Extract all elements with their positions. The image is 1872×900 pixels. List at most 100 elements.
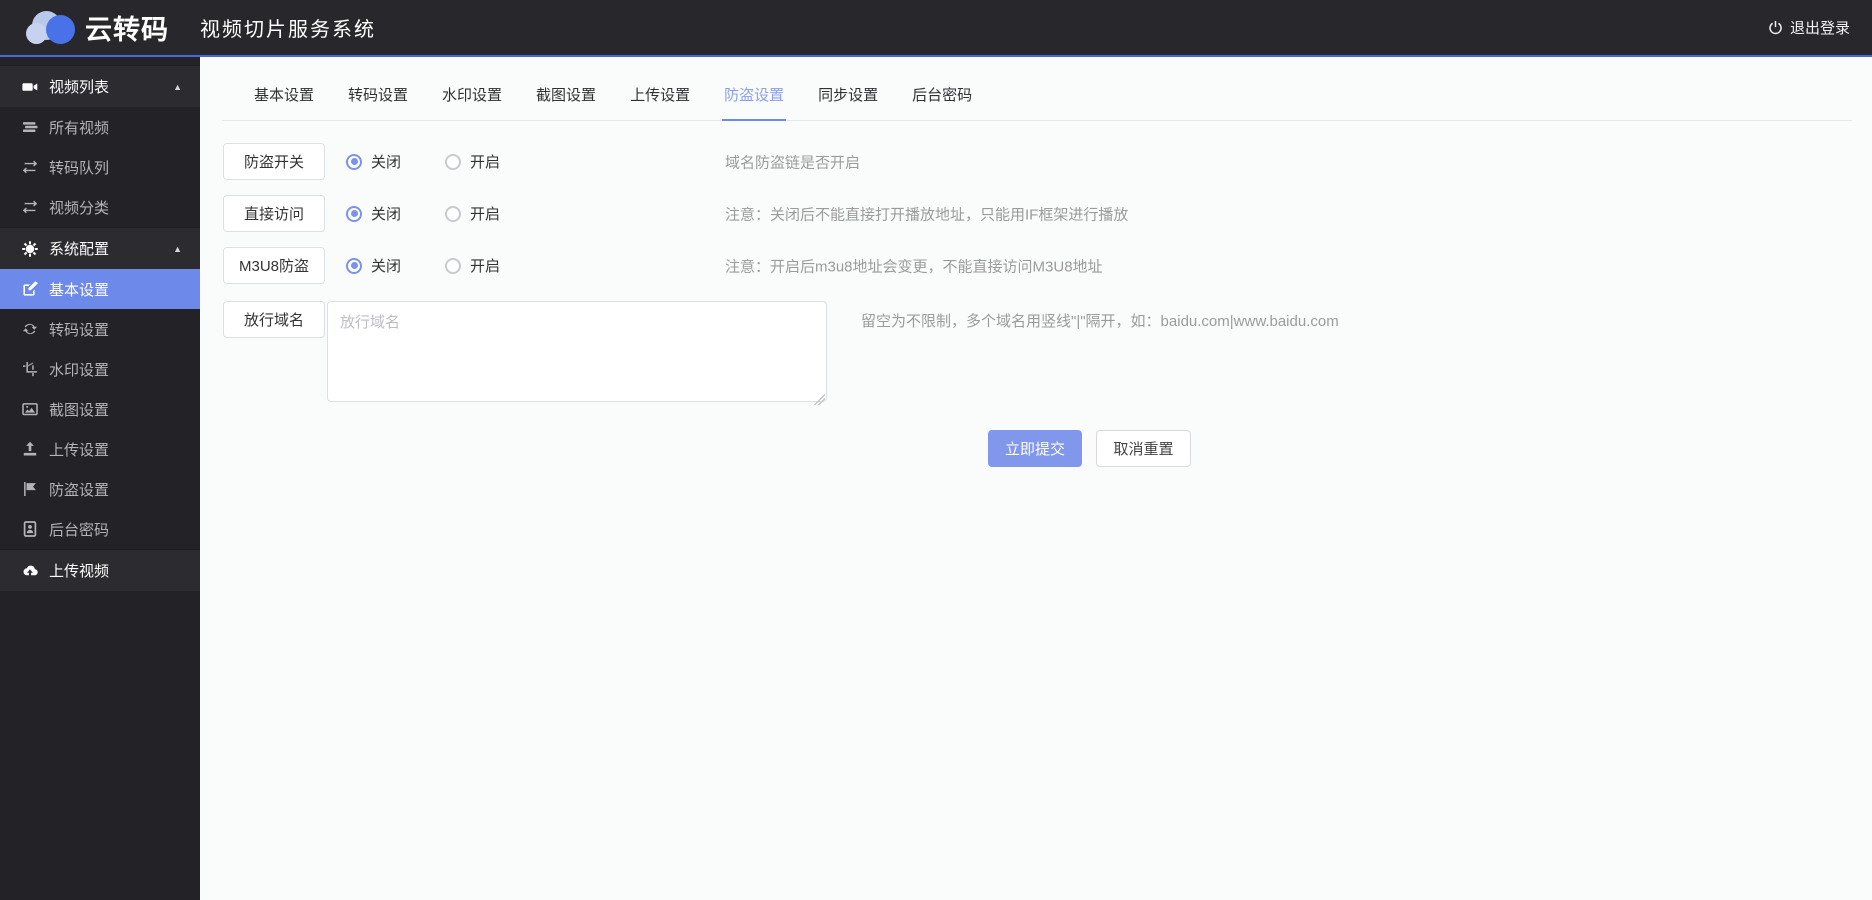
sidebar-item-label: 所有视频 — [49, 119, 110, 137]
brand-name: 云转码 — [85, 15, 169, 45]
radio-option[interactable]: 开启 — [445, 255, 500, 276]
sidebar-item-label: 转码设置 — [49, 321, 110, 339]
radio-option[interactable]: 关闭 — [346, 151, 401, 172]
cloud-upload-icon — [21, 562, 38, 579]
radio-option-label: 关闭 — [371, 206, 402, 223]
tab-item[interactable]: 同步设置 — [818, 84, 878, 120]
sidebar-item-label: 系统配置 — [49, 241, 110, 258]
form-radio-row: M3U8防盗 关闭 开启 注意：开启后m3u8地址会变更，不能直接访问M3U8地址 — [223, 247, 1872, 284]
edit-icon — [21, 281, 38, 298]
allowed-domains-input[interactable] — [327, 301, 827, 402]
video-camera-icon — [21, 78, 38, 95]
brand-logo: 云转码 — [0, 8, 200, 47]
sidebar-item-label: 上传视频 — [49, 563, 110, 580]
main-content: 基本设置 转码设置 水印设置 截图设置 上传设置 防盗设置 同步设置 后台密码 防盗开关 关闭开… — [200, 57, 1872, 900]
radio-option[interactable]: 开启 — [445, 203, 500, 224]
sidebar-item[interactable]: 后台密码 — [0, 509, 200, 549]
allowed-domains-hint: 留空为不限制，多个域名用竖线"|"隔开，如：baidu.com|www.baid… — [861, 313, 1339, 330]
sidebar-item-label: 视频列表 — [49, 79, 110, 96]
radio-option-label: 开启 — [470, 154, 501, 171]
exchange-icon — [21, 159, 38, 176]
anti-theft-form: 防盗开关 关闭 开启 域名防盗链是否开启 直接访问 关闭 开启 注意：关闭后不能直接打开播放地… — [200, 121, 1872, 467]
tab-item[interactable]: 截图设置 — [536, 84, 596, 120]
tab-item[interactable]: 基本设置 — [254, 84, 314, 120]
radio-circle-icon — [445, 257, 462, 274]
image-icon — [21, 401, 38, 418]
radio-rows: 防盗开关 关闭 开启 域名防盗链是否开启 直接访问 关闭 开启 注意：关闭后不能直接打开播放地… — [223, 143, 1872, 284]
reset-button[interactable]: 取消重置 — [1096, 430, 1191, 467]
sidebar-item[interactable]: 转码设置 — [0, 309, 200, 349]
sidebar-item[interactable]: 上传设置 — [0, 429, 200, 469]
power-icon — [1769, 20, 1782, 35]
sidebar-item-label: 防盗设置 — [49, 481, 110, 499]
sync-icon — [21, 321, 38, 338]
logout-label: 退出登录 — [1789, 20, 1850, 37]
allowed-domains-row: 放行域名 留空为不限制，多个域名用竖线"|"隔开，如：baidu.com|www… — [223, 301, 1872, 407]
id-card-icon — [21, 521, 38, 538]
sidebar-item[interactable]: 防盗设置 — [0, 469, 200, 509]
radio-circle-icon — [445, 153, 462, 170]
sidebar-item-label: 截图设置 — [49, 401, 110, 419]
radio-circle-icon — [346, 153, 362, 170]
form-radio-row: 防盗开关 关闭 开启 域名防盗链是否开启 — [223, 143, 1872, 180]
radio-option-label: 关闭 — [371, 154, 402, 171]
sidebar-item-label: 视频分类 — [49, 199, 110, 217]
submit-button[interactable]: 立即提交 — [988, 430, 1082, 467]
radio-circle-icon — [445, 205, 462, 222]
chevron-up-icon: ▲ — [173, 243, 182, 254]
sidebar: 视频列表 ▲ 所有视频转码队列视频分类系统配置 ▲ 基本设置转码设置水印设置截图设置上传… — [0, 57, 200, 900]
form-row-label: 直接访问 — [223, 195, 325, 232]
exchange-icon — [21, 199, 38, 216]
radio-option[interactable]: 开启 — [445, 151, 500, 172]
settings-tabs: 基本设置 转码设置 水印设置 截图设置 上传设置 防盗设置 同步设置 后台密码 — [222, 57, 1852, 121]
radio-group: 关闭 开启 — [346, 203, 500, 224]
tab-item[interactable]: 防盗设置 — [722, 84, 787, 121]
sidebar-item[interactable]: 截图设置 — [0, 389, 200, 429]
tab-item[interactable]: 上传设置 — [630, 84, 690, 120]
tab-item[interactable]: 转码设置 — [348, 84, 408, 120]
allowed-domains-label: 放行域名 — [223, 301, 325, 338]
radio-option[interactable]: 关闭 — [346, 203, 401, 224]
radio-option-label: 关闭 — [371, 258, 402, 275]
sidebar-item-label: 基本设置 — [49, 281, 110, 299]
sidebar-item[interactable]: 视频分类 — [0, 187, 200, 227]
cloud-logo-icon — [26, 10, 76, 45]
radio-option[interactable]: 关闭 — [346, 255, 401, 276]
sidebar-item[interactable]: 水印设置 — [0, 349, 200, 389]
radio-group: 关闭 开启 — [346, 255, 500, 276]
sidebar-item-label: 转码队列 — [49, 159, 110, 177]
list-icon — [21, 119, 38, 136]
sidebar-item[interactable]: 所有视频 — [0, 107, 200, 147]
app-header: 云转码 视频切片服务系统 退出登录 — [0, 0, 1872, 57]
radio-group: 关闭 开启 — [346, 151, 500, 172]
form-row-label: M3U8防盗 — [223, 247, 325, 284]
radio-circle-icon — [346, 257, 362, 274]
form-radio-row: 直接访问 关闭 开启 注意：关闭后不能直接打开播放地址，只能用IF框架进行播放 — [223, 195, 1872, 232]
form-row-hint: 注意：开启后m3u8地址会变更，不能直接访问M3U8地址 — [725, 258, 1103, 275]
upload-icon — [21, 441, 38, 458]
radio-circle-icon — [346, 205, 362, 222]
sidebar-item-label: 上传设置 — [49, 441, 110, 459]
chevron-up-icon: ▲ — [173, 81, 182, 92]
app-root: 云转码 视频切片服务系统 退出登录 视频列表 ▲ 所有视频转码队列视频分类系统配置 ▲… — [0, 0, 1872, 900]
form-row-hint: 注意：关闭后不能直接打开播放地址，只能用IF框架进行播放 — [725, 206, 1129, 223]
logout-button[interactable]: 退出登录 — [1768, 17, 1872, 38]
tab-item[interactable]: 后台密码 — [912, 84, 972, 120]
radio-option-label: 开启 — [470, 206, 501, 223]
gear-icon — [21, 240, 38, 257]
form-actions: 立即提交 取消重置 — [988, 430, 1872, 467]
sidebar-item-label: 水印设置 — [49, 361, 110, 379]
sidebar-item-label: 后台密码 — [49, 521, 110, 539]
sidebar-item[interactable]: 视频列表 ▲ — [0, 65, 200, 107]
sidebar-item[interactable]: 基本设置 — [0, 269, 200, 309]
radio-option-label: 开启 — [470, 258, 501, 275]
tab-item[interactable]: 水印设置 — [442, 84, 502, 120]
sidebar-item[interactable]: 系统配置 ▲ — [0, 227, 200, 269]
form-row-hint: 域名防盗链是否开启 — [725, 154, 861, 171]
form-row-label: 防盗开关 — [223, 143, 325, 180]
sidebar-item[interactable]: 上传视频 — [0, 549, 200, 591]
sidebar-item[interactable]: 转码队列 — [0, 147, 200, 187]
crop-icon — [21, 361, 38, 378]
flag-icon — [21, 481, 38, 498]
page-title: 视频切片服务系统 — [200, 19, 376, 41]
